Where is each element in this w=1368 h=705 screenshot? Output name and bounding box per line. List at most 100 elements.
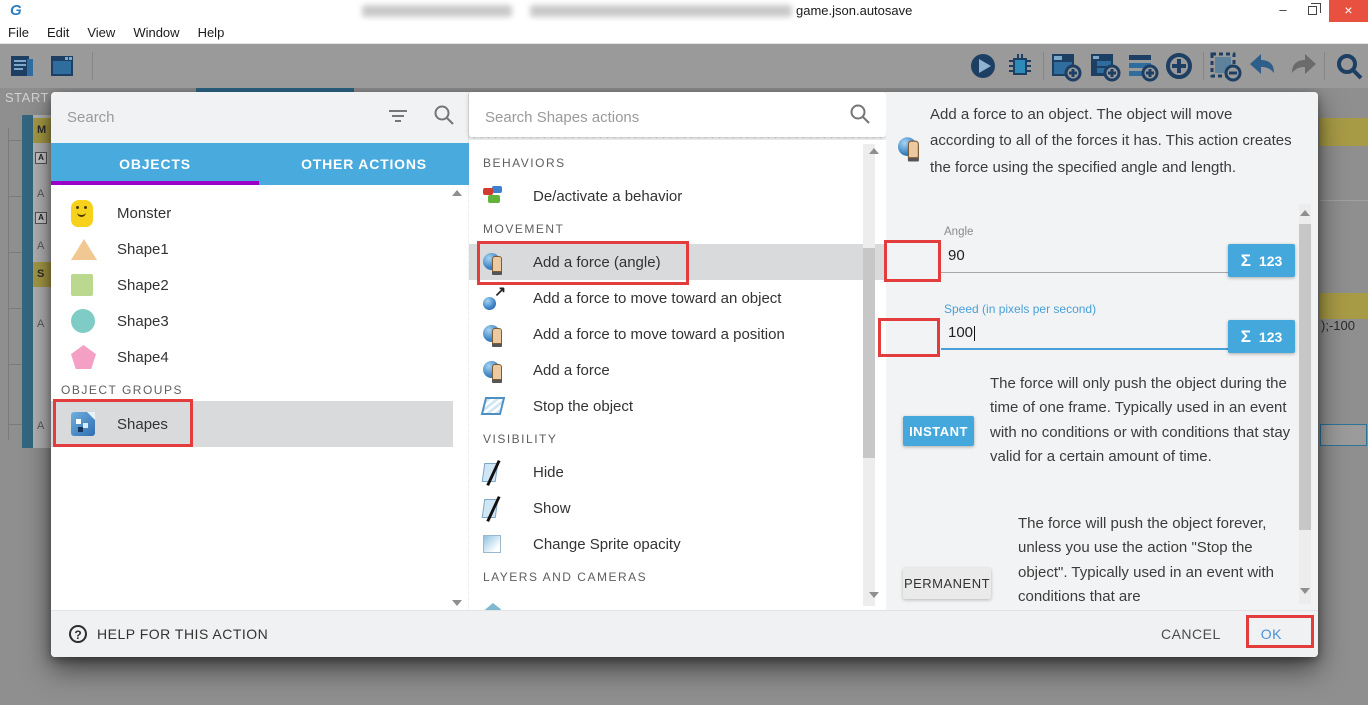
filter-icon[interactable]	[388, 108, 408, 124]
restore-icon	[1308, 6, 1317, 15]
action-label: Stop the object	[533, 398, 633, 415]
action-force-toward-position[interactable]: Add a force to move toward a position	[469, 316, 886, 352]
debugger-icon[interactable]	[1005, 51, 1035, 81]
scrollbar-thumb[interactable]	[1299, 224, 1311, 530]
undo-icon[interactable]	[1246, 51, 1276, 81]
instant-button[interactable]: INSTANT	[903, 416, 974, 446]
force-icon	[483, 250, 533, 275]
scroll-up-arrow[interactable]	[452, 190, 462, 196]
list-item-shape1[interactable]: Shape1	[51, 231, 453, 267]
list-item-shape3[interactable]: Shape3	[51, 303, 453, 339]
cancel-button[interactable]: CANCEL	[1161, 626, 1221, 642]
event-tree-stub	[8, 140, 22, 141]
action-add-force-angle[interactable]: Add a force (angle)	[469, 244, 886, 280]
menu-view[interactable]: View	[87, 25, 115, 40]
action-description: Add a force to an object. The object wil…	[930, 102, 1296, 181]
delete-event-icon[interactable]	[1210, 51, 1240, 81]
menu-file[interactable]: File	[8, 25, 29, 40]
menu-help[interactable]: Help	[198, 25, 225, 40]
action-change-opacity[interactable]: Change Sprite opacity	[469, 526, 886, 562]
add-circle-icon[interactable]	[1164, 51, 1194, 81]
add-comment-icon[interactable]	[1127, 51, 1157, 81]
action-deactivate-behavior[interactable]: De/activate a behavior	[469, 178, 886, 214]
redo-icon[interactable]	[1286, 51, 1316, 81]
group-icon	[71, 412, 117, 436]
event-letter: A	[37, 420, 44, 432]
scrollbar-thumb[interactable]	[863, 248, 875, 458]
action-search-card	[469, 92, 886, 137]
toolbar-separator	[1043, 52, 1044, 80]
layer-icon	[483, 603, 533, 610]
action-add-force[interactable]: Add a force	[469, 352, 886, 388]
restore-button[interactable]	[1298, 0, 1328, 22]
action-label: De/activate a behavior	[533, 188, 682, 205]
menu-edit[interactable]: Edit	[47, 25, 69, 40]
monster-object-icon	[71, 200, 117, 227]
list-item-shapes-group[interactable]: Shapes	[51, 401, 453, 447]
title-bar: G game.json.autosave – ×	[0, 0, 1368, 22]
tab-objects[interactable]: OBJECTS	[51, 143, 259, 185]
scroll-down-arrow[interactable]	[869, 592, 879, 598]
menu-window[interactable]: Window	[133, 25, 179, 40]
speed-value-text: 100	[948, 324, 973, 341]
permanent-button[interactable]: PERMANENT	[903, 568, 991, 599]
list-item-shape2[interactable]: Shape2	[51, 267, 453, 303]
object-label: Shape4	[117, 349, 169, 366]
toolbar-separator	[1324, 52, 1325, 80]
preview-play-icon[interactable]	[968, 51, 998, 81]
list-item-monster[interactable]: Monster	[51, 195, 453, 231]
speed-field-value[interactable]: 100	[948, 324, 975, 341]
event-code-fragment: );-100	[1321, 318, 1355, 333]
action-label: Add a force to move toward an object	[533, 290, 781, 307]
tab-other-actions[interactable]: OTHER ACTIONS	[259, 143, 469, 185]
section-movement: MOVEMENT	[469, 214, 886, 244]
action-force-toward-object[interactable]: Add a force to move toward an object	[469, 280, 886, 316]
event-selection-bar	[22, 115, 33, 448]
search-icon[interactable]	[849, 103, 871, 125]
angle-expression-button[interactable]: Σ 123	[1228, 244, 1295, 277]
ok-button[interactable]: OK	[1261, 626, 1282, 642]
show-icon	[483, 499, 533, 518]
gdevelop-logo-icon: G	[10, 2, 22, 19]
action-partial-row[interactable]	[469, 592, 886, 610]
project-manager-icon[interactable]	[8, 51, 38, 81]
angle-field-value[interactable]: 90	[948, 247, 965, 264]
action-stop-object[interactable]: Stop the object	[469, 388, 886, 424]
action-list: BEHAVIORS De/activate a behavior MOVEMEN…	[469, 140, 886, 610]
add-sub-event-icon[interactable]	[1089, 51, 1119, 81]
action-hide[interactable]: Hide	[469, 454, 886, 490]
help-link[interactable]: ? HELP FOR THIS ACTION	[69, 625, 268, 643]
search-icon[interactable]	[1333, 51, 1363, 81]
background-tab-label: START	[5, 90, 49, 105]
action-show[interactable]: Show	[469, 490, 886, 526]
event-tree-stub	[8, 364, 22, 365]
scroll-up-arrow[interactable]	[1300, 210, 1310, 216]
list-item-shape4[interactable]: Shape4	[51, 339, 453, 375]
event-tree-stub	[8, 196, 22, 197]
scroll-down-arrow[interactable]	[1300, 588, 1310, 594]
event-condition-chip: A	[35, 152, 47, 164]
event-field-outline	[1320, 424, 1367, 446]
sigma-icon: Σ	[1241, 327, 1251, 347]
event-tree-stub	[8, 424, 22, 425]
section-behaviors: BEHAVIORS	[469, 148, 886, 178]
object-label: Monster	[117, 205, 171, 222]
action-search-input[interactable]	[485, 104, 785, 130]
angle-field-underline	[941, 272, 1271, 273]
dialog-footer: ? HELP FOR THIS ACTION CANCEL OK	[51, 610, 1318, 657]
action-parameters-panel: Add a force to an object. The object wil…	[886, 92, 1318, 610]
scene-editor-icon[interactable]	[48, 51, 78, 81]
scroll-down-arrow[interactable]	[452, 600, 462, 606]
toolbar-separator	[1203, 52, 1204, 80]
close-button[interactable]: ×	[1329, 0, 1368, 22]
add-event-icon[interactable]	[1050, 51, 1080, 81]
minimize-button[interactable]: –	[1268, 0, 1298, 22]
instant-description: The force will only push the object duri…	[990, 372, 1292, 469]
scroll-up-arrow[interactable]	[869, 148, 879, 154]
search-icon[interactable]	[433, 104, 455, 126]
action-label: Add a force (angle)	[533, 254, 661, 271]
event-row-highlight	[1320, 293, 1368, 319]
speed-expression-button[interactable]: Σ 123	[1228, 320, 1295, 353]
object-search-input[interactable]	[67, 104, 367, 130]
sigma-icon: Σ	[1241, 251, 1251, 271]
